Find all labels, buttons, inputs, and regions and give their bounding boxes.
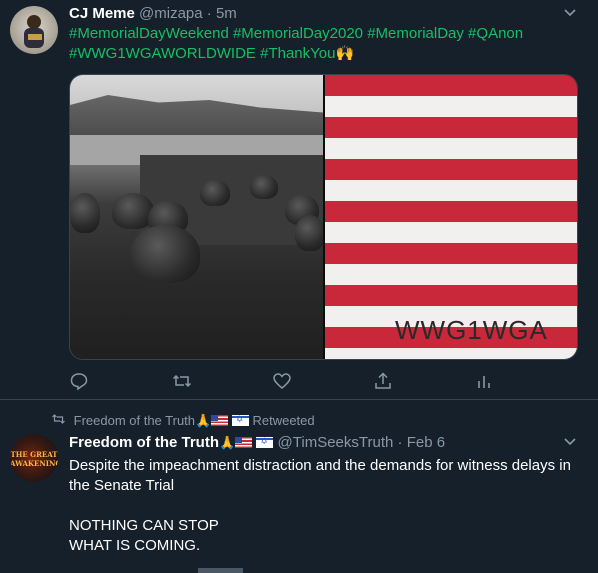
separator: · (206, 5, 212, 22)
chevron-down-icon[interactable] (560, 4, 580, 24)
avatar[interactable] (10, 6, 58, 54)
retweet-banner: Freedom of the Truth🙏 Retweeted (52, 413, 315, 429)
retweeted-label: Retweeted (252, 413, 315, 428)
avatar-figure-icon (24, 15, 44, 48)
avatar-label: THE GREAT AWAKENING (10, 450, 58, 468)
tweet-hashtags: #MemorialDayWeekend #MemorialDay2020 #Me… (69, 24, 539, 64)
israel-flag-icon (256, 436, 274, 448)
soldiers-photo (70, 75, 325, 359)
body-line-2: the Senate Trial (69, 477, 175, 494)
hands-emoji-icon: 🙌 (335, 45, 355, 62)
flag-stripes: WWG1WGA (325, 75, 577, 359)
avatar[interactable]: THE GREAT AWAKENING (10, 434, 58, 482)
reply-icon[interactable] (69, 371, 89, 391)
body-line-1: Despite the impeachment distraction and … (69, 457, 571, 474)
share-icon[interactable] (373, 371, 393, 391)
us-flag-icon (235, 437, 253, 448)
pray-emoji-icon: 🙏 (219, 435, 236, 450)
like-icon[interactable] (272, 371, 292, 391)
hashtag-line-1[interactable]: #MemorialDayWeekend #MemorialDay2020 #Me… (69, 25, 523, 42)
chevron-down-icon[interactable] (560, 433, 580, 453)
separator: · (397, 434, 403, 451)
analytics-icon[interactable] (474, 371, 494, 391)
tweet-cj-meme[interactable]: CJ Meme @mizapa · 5m #MemorialDayWeekend… (0, 0, 598, 400)
body-line-4: WHAT IS COMING. (69, 537, 201, 554)
retweet-icon[interactable] (172, 371, 192, 391)
scrollbar[interactable] (198, 568, 243, 573)
display-name[interactable]: Freedom of the Truth (69, 434, 219, 451)
handle[interactable]: @mizapa (139, 5, 203, 22)
israel-flag-icon (231, 414, 249, 426)
hashtag-line-2[interactable]: #WWG1WGAWORLDWIDE #ThankYou (69, 45, 335, 62)
retweet-small-icon (52, 413, 66, 429)
tweet-header: CJ Meme @mizapa · 5m (69, 4, 237, 24)
tweet-body: Despite the impeachment distraction and … (69, 456, 579, 556)
timestamp[interactable]: 5m (216, 5, 237, 22)
body-line-3: NOTHING CAN STOP (69, 517, 219, 534)
handle[interactable]: @TimSeeksTruth (278, 434, 394, 451)
image-caption: WWG1WGA (395, 315, 548, 345)
pray-emoji-icon: 🙏 (195, 413, 212, 428)
retweeter-name[interactable]: Freedom of the Truth (74, 413, 195, 428)
display-name[interactable]: CJ Meme (69, 5, 135, 22)
tweet-actions (69, 371, 499, 391)
timestamp[interactable]: Feb 6 (407, 434, 445, 451)
us-flag-icon (211, 415, 229, 426)
tweet-header: Freedom of the Truth🙏 @TimSeeksTruth · F… (69, 433, 445, 453)
tweet-image[interactable]: WWG1WGA (69, 74, 578, 360)
